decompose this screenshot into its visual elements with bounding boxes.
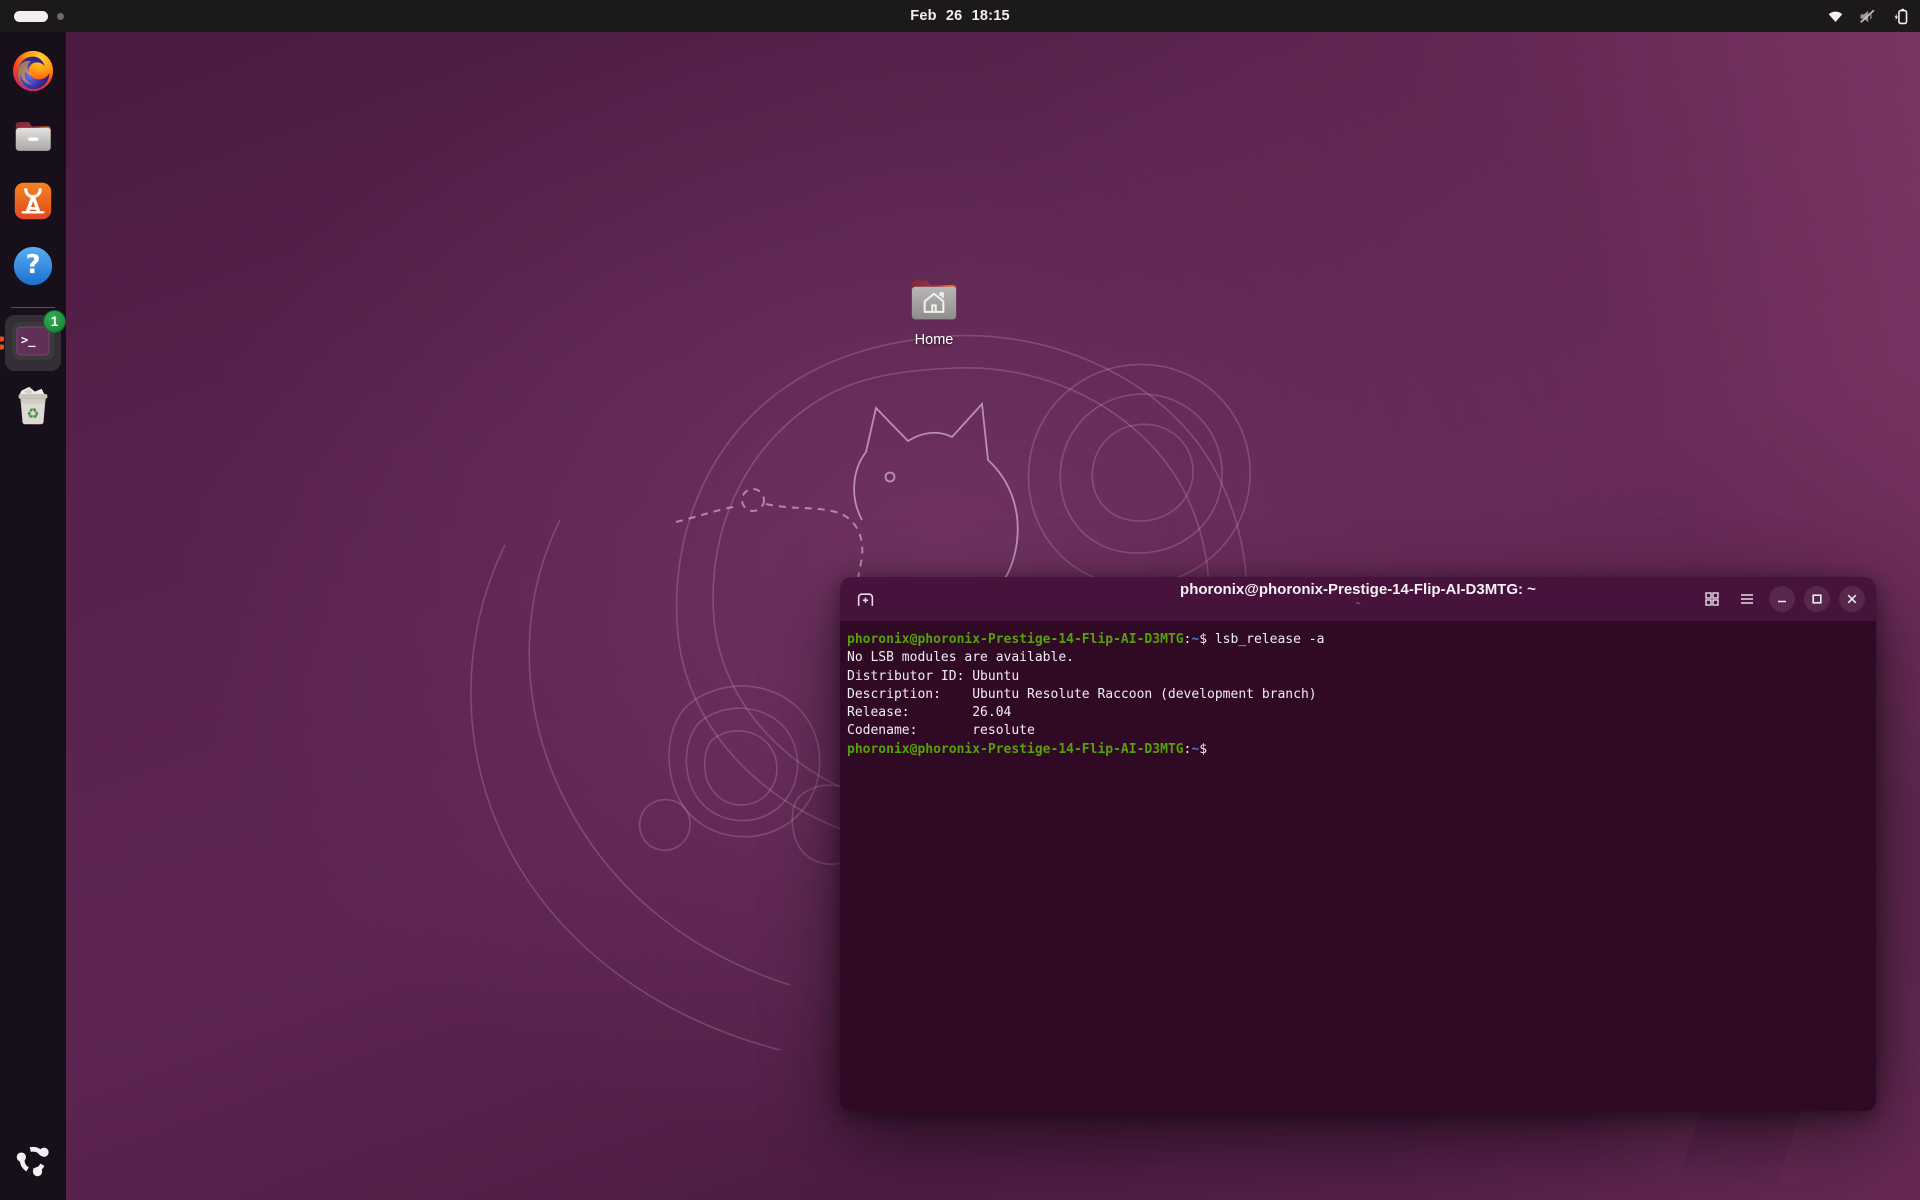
status-area[interactable]	[1826, 0, 1910, 32]
dock-item-terminal[interactable]: >_ 1	[5, 315, 61, 371]
firefox-icon	[10, 48, 56, 99]
dock-item-help[interactable]: ?	[5, 240, 61, 296]
dock-item-files[interactable]	[5, 110, 61, 166]
window-title-block: phoronix@phoronix-Prestige-14-Flip-AI-D3…	[1180, 581, 1536, 608]
clock[interactable]: Feb 26 18:15	[910, 8, 1009, 24]
tabs-grid-button[interactable]	[1699, 586, 1725, 612]
minimize-button[interactable]	[1769, 586, 1795, 612]
new-tab-button[interactable]	[852, 586, 878, 612]
terminal-line: No LSB modules are available.	[847, 649, 1869, 667]
terminal-line: Description: Ubuntu Resolute Raccoon (de…	[847, 686, 1869, 704]
terminal-line: Distributor ID: Ubuntu	[847, 668, 1869, 686]
trail-dashed-path	[676, 489, 862, 594]
svg-text:A: A	[25, 193, 41, 217]
notification-badge: 1	[43, 310, 66, 333]
terminal-line: Release: 26.04	[847, 704, 1869, 722]
workspace-active-pill[interactable]	[14, 11, 48, 22]
desktop-home-icon[interactable]: Home	[892, 274, 976, 348]
ubuntu-logo-icon	[12, 1139, 54, 1186]
help-icon: ?	[10, 243, 56, 294]
workspace-indicator[interactable]	[14, 11, 64, 22]
files-folder-icon	[10, 113, 56, 164]
wifi-icon	[1826, 8, 1845, 25]
dock-item-trash[interactable]: ♻	[5, 380, 61, 436]
terminal-window: phoronix@phoronix-Prestige-14-Flip-AI-D3…	[840, 577, 1876, 1111]
desktop-screen: Feb 26 18:15	[0, 0, 1920, 1200]
svg-text:♻: ♻	[27, 406, 40, 422]
titlebar-controls	[1699, 586, 1865, 612]
close-button[interactable]	[1839, 586, 1865, 612]
top-bar: Feb 26 18:15	[0, 0, 1920, 32]
volume-muted-icon	[1858, 8, 1878, 25]
app-center-icon: A	[10, 178, 56, 229]
workspace-dot[interactable]	[57, 13, 64, 20]
dock-separator	[11, 307, 55, 308]
home-icon-label: Home	[915, 332, 954, 348]
menu-button[interactable]	[1734, 586, 1760, 612]
show-apps-button[interactable]	[5, 1134, 61, 1190]
terminal-line: phoronix@phoronix-Prestige-14-Flip-AI-D3…	[847, 741, 1869, 759]
terminal-output[interactable]: phoronix@phoronix-Prestige-14-Flip-AI-D3…	[840, 622, 1876, 1111]
svg-text:>_: >_	[21, 333, 36, 348]
dock: A ?	[0, 32, 66, 1200]
dock-item-firefox[interactable]	[5, 45, 61, 101]
svg-text:?: ?	[25, 250, 40, 280]
terminal-line: Codename: resolute	[847, 722, 1869, 740]
terminal-titlebar[interactable]: phoronix@phoronix-Prestige-14-Flip-AI-D3…	[840, 577, 1876, 622]
maximize-button[interactable]	[1804, 586, 1830, 612]
home-folder-icon	[906, 274, 962, 329]
window-subtitle: ~	[1180, 598, 1536, 608]
window-title: phoronix@phoronix-Prestige-14-Flip-AI-D3…	[1180, 581, 1536, 598]
dock-item-app-center[interactable]: A	[5, 175, 61, 231]
trash-icon: ♻	[10, 383, 56, 434]
running-indicator-pips	[0, 337, 4, 350]
terminal-line: phoronix@phoronix-Prestige-14-Flip-AI-D3…	[847, 631, 1869, 649]
battery-charging-icon	[1891, 7, 1910, 26]
